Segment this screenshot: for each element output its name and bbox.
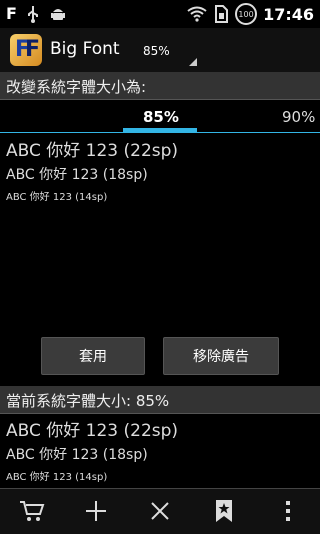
change-size-title: 改變系統字體大小為:	[6, 78, 147, 96]
tab-85[interactable]: 85%	[143, 108, 179, 126]
current-size-header: 當前系統字體大小: 85%	[0, 386, 320, 414]
status-right: 100 17:46	[187, 3, 314, 25]
bottom-action-bar	[0, 488, 320, 534]
current-size-title: 當前系統字體大小: 85%	[6, 392, 170, 410]
font-size-spinner[interactable]: 85%	[143, 40, 197, 66]
usb-icon	[27, 5, 38, 23]
spinner-value: 85%	[143, 44, 170, 58]
change-size-header: 改變系統字體大小為:	[0, 72, 320, 100]
sample-text-22sp: ABC 你好 123 (22sp)	[6, 141, 179, 161]
current-sample-22sp: ABC 你好 123 (22sp)	[6, 421, 179, 441]
bookmark-icon[interactable]	[208, 495, 240, 527]
status-bar: F 100 17:46	[0, 0, 320, 28]
action-bar: F F Big Font 85%	[0, 28, 320, 72]
remove-ads-button[interactable]: 移除廣告	[163, 337, 279, 375]
app-logo-icon[interactable]: F F	[10, 34, 42, 66]
current-sample-14sp: ABC 你好 123 (14sp)	[6, 472, 108, 483]
sim-card-icon	[215, 5, 229, 23]
app-title: Big Font	[50, 39, 120, 59]
battery-level-badge: 100	[235, 3, 258, 25]
status-left: F	[6, 4, 67, 23]
tab-90[interactable]: 90%	[282, 108, 315, 126]
android-debug-icon	[50, 8, 65, 20]
clock: 17:46	[263, 4, 314, 24]
cart-icon[interactable]	[16, 495, 48, 527]
size-tabs: 85% 90%	[0, 100, 320, 135]
add-icon[interactable]	[80, 495, 112, 527]
overflow-menu-icon[interactable]	[272, 495, 304, 527]
wifi-icon	[187, 6, 207, 22]
apply-button[interactable]: 套用	[41, 337, 145, 375]
sample-text-14sp: ABC 你好 123 (14sp)	[6, 192, 108, 203]
sample-text-18sp: ABC 你好 123 (18sp)	[6, 167, 148, 183]
app-notification-letter: F	[6, 4, 17, 23]
close-icon[interactable]	[144, 495, 176, 527]
current-sample-18sp: ABC 你好 123 (18sp)	[6, 447, 148, 463]
tab-divider	[0, 132, 320, 133]
dropdown-triangle-icon	[189, 58, 197, 66]
